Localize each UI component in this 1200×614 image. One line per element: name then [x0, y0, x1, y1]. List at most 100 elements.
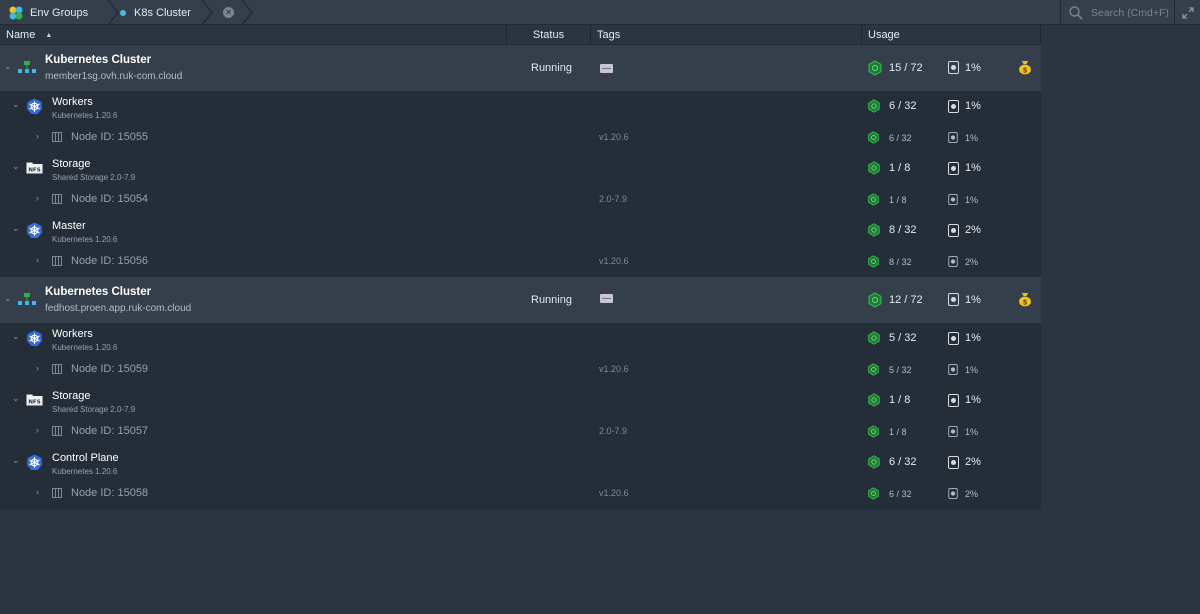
disk-icon [948, 426, 958, 437]
node-version: v1.20.6 [599, 132, 629, 142]
nfs-storage-icon: NFS [26, 162, 43, 174]
node-group-row[interactable]: ⌄ Workers Kubernetes 1.20.6 5 / 32 1% [0, 323, 1041, 354]
node-version: v1.20.6 [599, 256, 629, 266]
node-group-row[interactable]: ⌄ Master Kubernetes 1.20.6 8 / 32 2% [0, 215, 1041, 246]
disk-usage: 2% [965, 456, 981, 468]
node-row[interactable]: › Node ID: 15059 v1.20.6 5 / 32 1% [0, 354, 1041, 385]
node-server-icon [52, 488, 62, 498]
table-header: Name ▲ Status Tags Usage [0, 25, 1041, 45]
cluster-topology-icon [18, 61, 36, 73]
node-row[interactable]: › Node ID: 15054 2.0-7.9 1 / 8 1% [0, 184, 1041, 215]
cloudlet-icon [868, 393, 880, 407]
column-tags-header[interactable]: Tags [591, 25, 862, 45]
cloudlet-usage: 5 / 32 [889, 365, 912, 375]
cloudlet-usage: 8 / 32 [889, 257, 912, 267]
cloudlet-usage: 6 / 32 [889, 456, 917, 468]
environment-domain[interactable]: member1sg.ovh.ruk-com.cloud [45, 71, 182, 82]
cloudlet-usage: 1 / 8 [889, 162, 911, 174]
disk-usage: 1% [965, 162, 981, 174]
expand-arrows-icon [1181, 6, 1194, 19]
node-row[interactable]: › Node ID: 15056 v1.20.6 8 / 32 2% [0, 246, 1041, 277]
node-group-row[interactable]: ⌄ Control Plane Kubernetes 1.20.6 6 / 32… [0, 447, 1041, 478]
disk-usage: 1% [965, 365, 979, 375]
cloudlet-icon [868, 255, 879, 268]
cloudlet-icon [868, 487, 879, 500]
disk-usage: 2% [965, 224, 981, 236]
collapse-chevron-icon[interactable]: ⌄ [12, 223, 20, 234]
node-group-stack: Shared Storage 2.0-7.9 [52, 173, 136, 182]
environment-row[interactable]: ⌄ Kubernetes Cluster fedhost.proen.app.r… [0, 277, 1041, 323]
cloudlet-icon [868, 99, 880, 113]
breadcrumb-bar: Env Groups K8s Cluster × Search (Cmd+F) [0, 0, 1200, 25]
tag-icon[interactable] [600, 64, 613, 73]
svg-text:NFS: NFS [28, 168, 40, 174]
environment-domain[interactable]: fedhost.proen.app.ruk-com.cloud [45, 303, 191, 314]
expand-chevron-icon[interactable]: › [36, 255, 39, 265]
disk-usage: 1% [965, 195, 979, 205]
search-icon [1069, 5, 1083, 20]
disk-usage: 1% [965, 294, 981, 306]
node-group-name: Storage [52, 390, 91, 402]
node-id: Node ID: 15057 [71, 425, 149, 437]
node-version: 2.0-7.9 [599, 426, 628, 436]
tag-icon[interactable] [600, 294, 613, 303]
collapse-chevron-icon[interactable]: ⌄ [12, 161, 20, 172]
breadcrumb-env-groups[interactable]: Env Groups [8, 0, 88, 25]
cloudlet-usage: 6 / 32 [889, 489, 912, 499]
collapse-chevron-icon[interactable]: ⌄ [12, 455, 20, 466]
node-row[interactable]: › Node ID: 15055 v1.20.6 6 / 32 1% [0, 122, 1041, 153]
collapse-chevron-icon[interactable]: ⌄ [12, 393, 20, 404]
expand-chevron-icon[interactable]: › [36, 487, 39, 497]
cloudlet-icon [868, 223, 880, 237]
column-usage-header[interactable]: Usage [862, 25, 1041, 45]
cloudlet-usage: 1 / 8 [889, 394, 911, 406]
disk-usage: 1% [965, 133, 979, 143]
expand-chevron-icon[interactable]: › [36, 193, 39, 203]
node-group-name: Control Plane [52, 452, 119, 464]
column-name-header[interactable]: Name ▲ [0, 25, 507, 45]
cloudlet-icon [868, 60, 882, 76]
disk-icon [948, 256, 958, 267]
environment-row[interactable]: ⌄ Kubernetes Cluster member1sg.ovh.ruk-c… [0, 45, 1041, 91]
column-tags-label: Tags [597, 29, 621, 41]
disk-icon [948, 100, 959, 113]
collapse-chevron-icon[interactable]: ⌄ [4, 293, 12, 304]
collapse-chevron-icon[interactable]: ⌄ [12, 99, 20, 110]
collapse-chevron-icon[interactable]: ⌄ [4, 61, 12, 72]
node-group-row[interactable]: ⌄ NFS Storage Shared Storage 2.0-7.9 1 /… [0, 385, 1041, 416]
environment-status: Running [531, 294, 572, 306]
billing-money-bag-icon[interactable]: $ [1018, 60, 1032, 75]
close-tab-button[interactable]: × [223, 0, 234, 25]
disk-icon [948, 488, 958, 499]
node-group-row[interactable]: ⌄ NFS Storage Shared Storage 2.0-7.9 1 /… [0, 153, 1041, 184]
disk-usage: 2% [965, 489, 979, 499]
sort-ascending-icon: ▲ [45, 31, 53, 39]
expand-chevron-icon[interactable]: › [36, 363, 39, 373]
cloudlet-icon [868, 455, 880, 469]
node-group-stack: Kubernetes 1.20.6 [52, 343, 118, 352]
cloudlet-usage: 1 / 8 [889, 427, 907, 437]
billing-money-bag-icon[interactable]: $ [1018, 292, 1032, 307]
search-input[interactable]: Search (Cmd+F) [1060, 0, 1174, 25]
node-group-row[interactable]: ⌄ Workers Kubernetes 1.20.6 6 / 32 1% [0, 91, 1041, 122]
collapse-chevron-icon[interactable]: ⌄ [12, 331, 20, 342]
breadcrumb-separator-icon [107, 0, 119, 25]
node-id: Node ID: 15056 [71, 255, 149, 267]
expand-chevron-icon[interactable]: › [36, 425, 39, 435]
cloudlet-usage: 5 / 32 [889, 332, 917, 344]
node-row[interactable]: › Node ID: 15057 2.0-7.9 1 / 8 1% [0, 416, 1041, 447]
node-version: 2.0-7.9 [599, 194, 628, 204]
expand-chevron-icon[interactable]: › [36, 131, 39, 141]
node-version: v1.20.6 [599, 364, 629, 374]
node-group-stack: Shared Storage 2.0-7.9 [52, 405, 136, 414]
cloudlet-icon [868, 193, 879, 206]
disk-icon [948, 293, 959, 306]
column-status-header[interactable]: Status [507, 25, 591, 45]
node-group-stack: Kubernetes 1.20.6 [52, 467, 118, 476]
breadcrumb-k8s-cluster[interactable]: K8s Cluster [120, 0, 191, 25]
environment-name: Kubernetes Cluster [45, 286, 152, 298]
kubernetes-icon [27, 98, 42, 114]
expand-button[interactable] [1174, 0, 1200, 25]
disk-icon [948, 224, 959, 237]
node-row[interactable]: › Node ID: 15058 v1.20.6 6 / 32 2% [0, 478, 1041, 509]
